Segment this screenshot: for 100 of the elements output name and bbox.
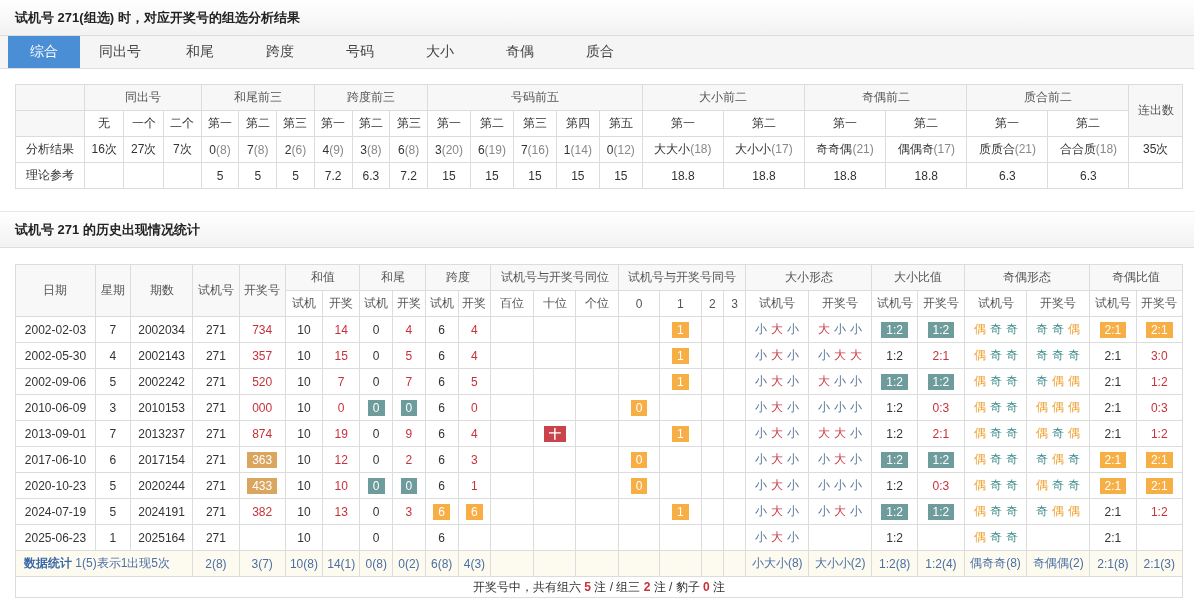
column-header: 试机号与开奖号同位 <box>490 264 619 291</box>
table-cell: 6 <box>425 446 459 473</box>
table-cell: 5 <box>238 162 277 189</box>
table-cell: 12 <box>322 446 360 473</box>
table-cell: 10 <box>285 446 323 473</box>
table-cell: 2(6) <box>276 136 315 163</box>
pattern-cell: 大 大 小 <box>808 420 872 447</box>
tab[interactable]: 和尾 <box>160 36 240 68</box>
table-cell: 18.8 <box>885 162 967 189</box>
table-cell: 2013237 <box>130 420 193 447</box>
tab[interactable]: 奇偶 <box>480 36 560 68</box>
table-cell: 1:2 <box>871 524 918 551</box>
table-cell: 2:1 <box>1089 420 1137 447</box>
table-cell: 2:1 <box>1089 524 1137 551</box>
pattern-cell: 偶 奇 偶 <box>1026 420 1090 447</box>
table-cell: 10 <box>285 524 323 551</box>
value-tag: 2:1 <box>1145 477 1173 494</box>
value-tag: 433 <box>247 477 278 494</box>
table-cell: 0:3 <box>917 394 965 421</box>
value-tag: 1:2 <box>927 503 955 520</box>
table-cell: 0 <box>359 524 393 551</box>
column-header: 星期 <box>95 264 131 317</box>
tab[interactable]: 同出号 <box>80 36 160 68</box>
table-cell: 10 <box>285 342 323 369</box>
value-tag: 1:2 <box>881 503 908 520</box>
table-cell: 7 <box>95 316 131 343</box>
table-cell: 7 <box>392 368 426 395</box>
table-cell: 7(16) <box>513 136 557 163</box>
tab[interactable]: 质合 <box>560 36 640 68</box>
table-cell: 6 <box>425 420 459 447</box>
table-cell: 1 <box>95 524 131 551</box>
table-cell: 0(12) <box>599 136 643 163</box>
tab[interactable]: 大小 <box>400 36 480 68</box>
table-cell: 7 <box>95 420 131 447</box>
table-cell: 16次 <box>84 136 124 163</box>
table-cell: 7.2 <box>389 162 428 189</box>
table-cell: 2025-06-23 <box>15 524 96 551</box>
table-cell: 1:2 <box>871 472 918 499</box>
table-cell: 2002-05-30 <box>15 342 96 369</box>
table-cell: 1(14) <box>556 136 600 163</box>
pattern-cell: 小 大 小 <box>745 524 809 551</box>
table-cell: 2017154 <box>130 446 193 473</box>
table-cell: 2024-07-19 <box>15 498 96 525</box>
column-header: 第一 <box>642 110 724 137</box>
table-cell: 4 <box>95 342 131 369</box>
table-cell: 0 <box>359 498 393 525</box>
table-cell: 6 <box>425 524 459 551</box>
value-tag: 0 <box>400 477 418 494</box>
value-tag: 1:2 <box>927 373 955 390</box>
page-title: 试机号 271(组选) 时，对应开奖号的组选分析结果 <box>15 8 300 27</box>
table-cell: 合合质(18) <box>1047 136 1129 163</box>
value-tag: 1:2 <box>881 321 908 338</box>
table-cell: 2:1 <box>1089 368 1137 395</box>
pattern-cell: 大 小 小 <box>808 368 872 395</box>
value-tag: 2:1 <box>1145 451 1173 468</box>
pattern-cell: 偶 奇 奇 <box>964 342 1027 369</box>
tab[interactable]: 号码 <box>320 36 400 68</box>
table-cell: 6(19) <box>470 136 514 163</box>
table-cell: 6 <box>425 394 459 421</box>
table-cell: 3 <box>458 446 491 473</box>
pattern-cell: 偶 偶 偶 <box>1026 394 1090 421</box>
table-cell: 6(8) <box>389 136 428 163</box>
pattern-cell: 小 大 小 <box>745 342 809 369</box>
table-cell: 271 <box>192 446 240 473</box>
pattern-cell: 偶 奇 奇 <box>1026 472 1090 499</box>
table-cell: 18.8 <box>642 162 724 189</box>
table-cell: 000 <box>239 394 286 421</box>
table-cell: 19 <box>322 420 360 447</box>
table-cell: 6 <box>425 368 459 395</box>
table-cell: 5 <box>95 472 131 499</box>
table-cell: 13 <box>322 498 360 525</box>
table-cell: 15 <box>322 342 360 369</box>
table-cell: 10 <box>285 368 323 395</box>
column-header: 和尾前三 <box>201 84 315 111</box>
pattern-cell: 偶 奇 奇 <box>964 524 1027 551</box>
column-header: 大小比值 <box>871 264 965 291</box>
tab[interactable]: 跨度 <box>240 36 320 68</box>
stats-label: 数据统计 1(5)表示1出现5次 <box>15 550 193 577</box>
table-cell: 3(20) <box>427 136 471 163</box>
pattern-cell: 奇 偶 偶 <box>1026 368 1090 395</box>
table-cell: 5 <box>392 342 426 369</box>
table-cell: 0 <box>359 368 393 395</box>
table-cell: 4 <box>458 316 491 343</box>
row-label: 理论参考 <box>15 162 85 189</box>
pattern-cell: 奇 奇 偶 <box>1026 316 1090 343</box>
value-tag: 0 <box>630 477 648 494</box>
pattern-cell: 小 大 小 <box>745 420 809 447</box>
value-tag: 6 <box>433 503 450 520</box>
table-cell: 1 <box>458 472 491 499</box>
table-cell: 大大小(18) <box>642 136 724 163</box>
table-cell: 4(9) <box>314 136 353 163</box>
column-header: 奇偶形态 <box>964 264 1090 291</box>
table-cell: 874 <box>239 420 286 447</box>
table-cell: 10 <box>322 472 360 499</box>
pattern-cell: 偶 奇 奇 <box>964 498 1027 525</box>
table-cell: 2020244 <box>130 472 193 499</box>
table-cell: 2002-09-06 <box>15 368 96 395</box>
column-header: 和值 <box>285 264 360 291</box>
table-cell: 14 <box>322 316 360 343</box>
table-cell: 520 <box>239 368 286 395</box>
